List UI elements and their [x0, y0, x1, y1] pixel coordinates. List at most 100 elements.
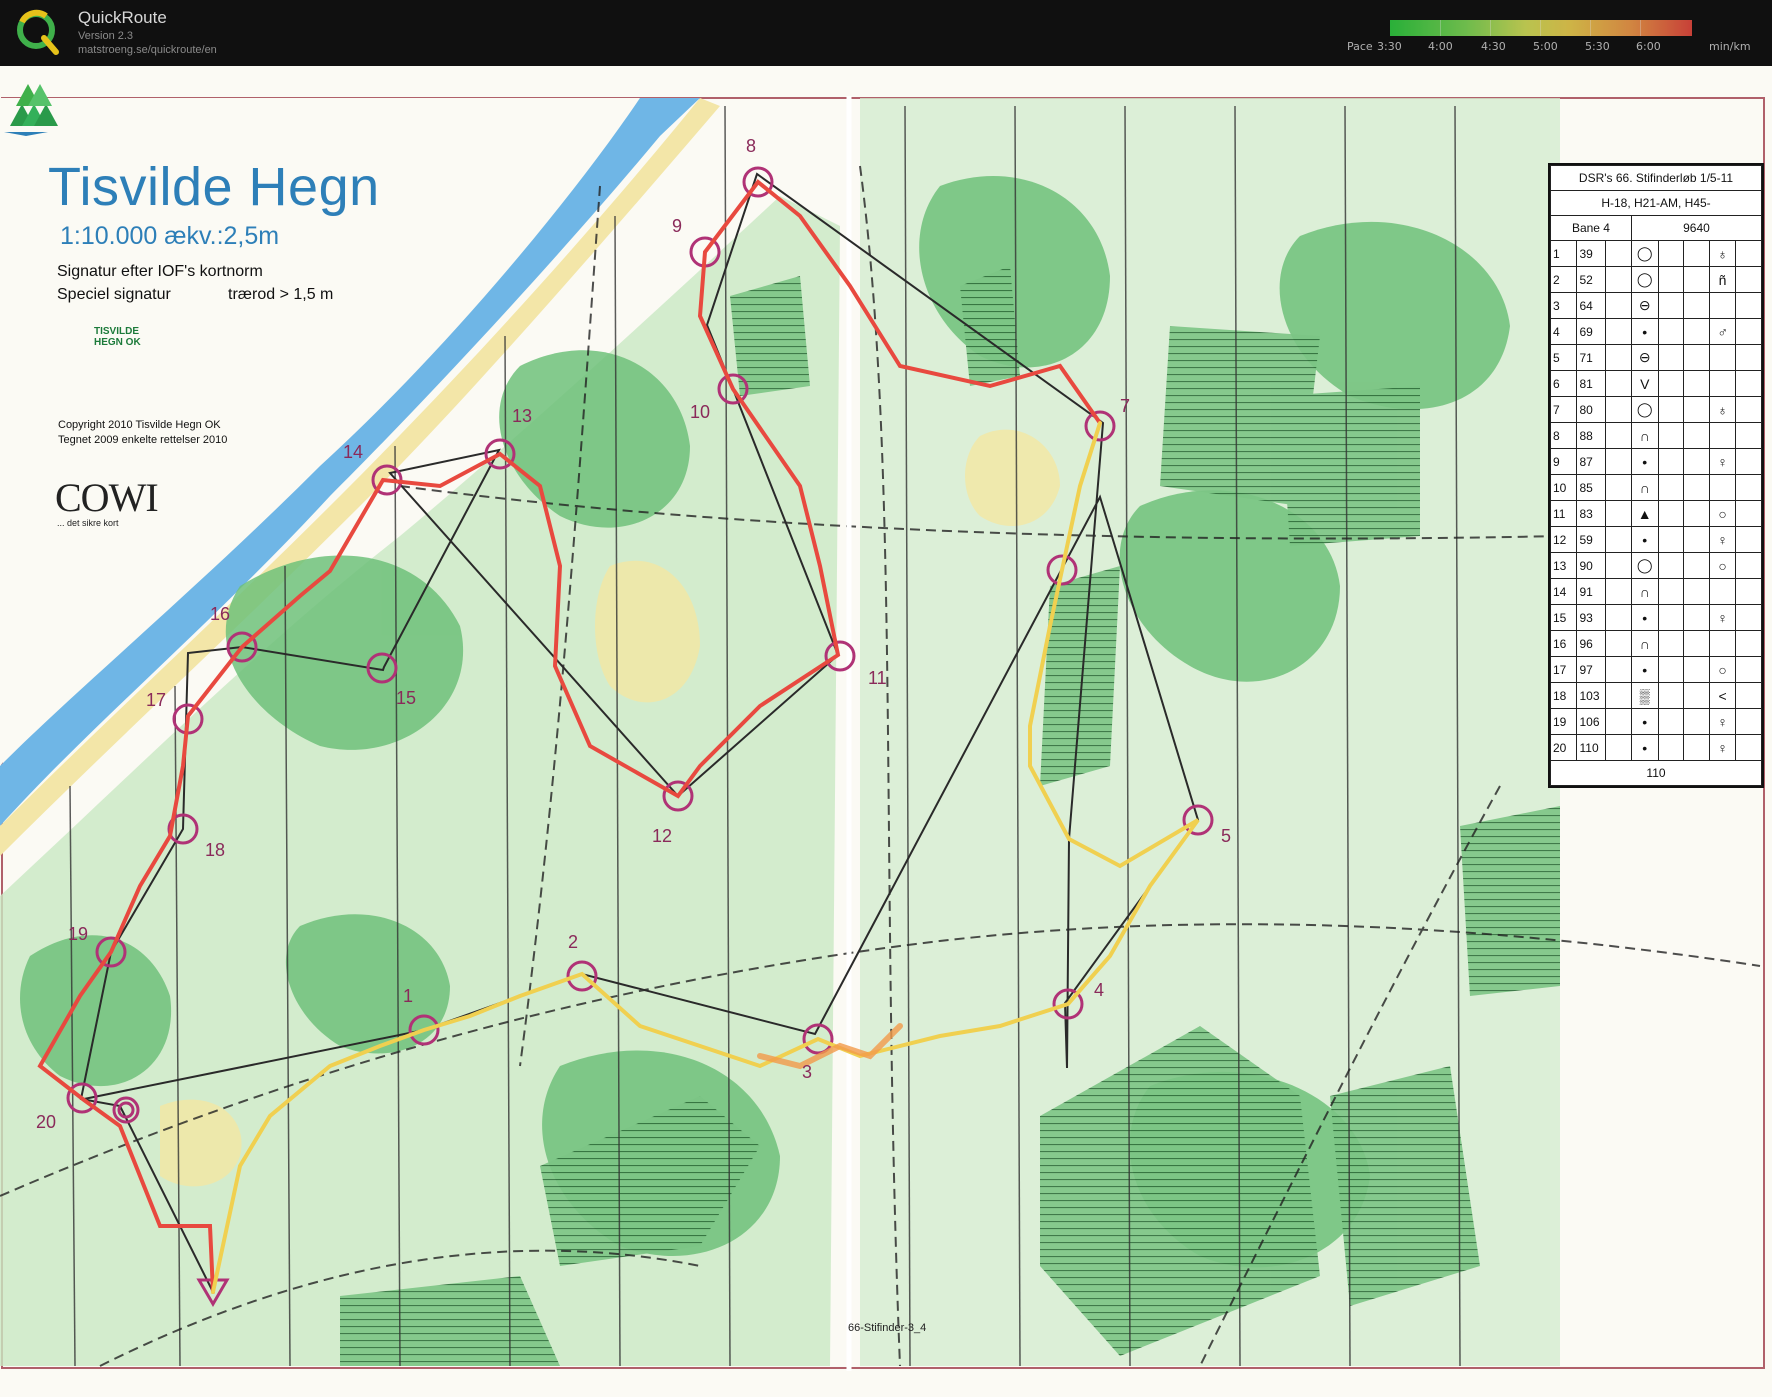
description-row: 14 91 ∩	[1549, 578, 1762, 605]
description-row: 15 93 • ♀	[1549, 604, 1762, 631]
appearance	[1657, 526, 1685, 553]
feature-symbol: •	[1630, 448, 1659, 475]
description-row: 9 87 • ♀	[1549, 448, 1762, 475]
which-feature	[1605, 656, 1632, 683]
control-seq: 9	[1549, 448, 1578, 475]
location-symbol	[1708, 578, 1737, 605]
dimensions	[1683, 422, 1710, 449]
control-seq: 20	[1549, 734, 1578, 761]
description-row: 12 59 • ♀	[1549, 526, 1762, 553]
feature-symbol: ◯	[1630, 552, 1659, 579]
location-symbol: ♀	[1708, 448, 1737, 475]
appearance	[1657, 500, 1685, 527]
orienteering-map-canvas[interactable]: Tisvilde Hegn 1:10.000 ækv.:2,5m Signatu…	[0, 66, 1772, 1397]
control-code: 110	[1576, 734, 1607, 761]
drawn-note: Tegnet 2009 enkelte rettelser 2010	[58, 434, 228, 446]
control-seq: 19	[1549, 708, 1578, 735]
control-code: 90	[1576, 552, 1607, 579]
other-info	[1735, 266, 1762, 293]
course-name: Bane 4	[1550, 215, 1632, 241]
appearance	[1657, 734, 1685, 761]
control-seq: 4	[1549, 318, 1578, 345]
event-name: DSR's 66. Stifinderløb 1/5-11	[1550, 165, 1762, 191]
feature-symbol: ∩	[1630, 630, 1659, 657]
map-title: Tisvilde Hegn	[48, 157, 380, 217]
control-code: 97	[1576, 656, 1607, 683]
control-number: 2	[568, 932, 579, 952]
feature-symbol: ⊖	[1630, 292, 1659, 319]
location-symbol	[1708, 292, 1737, 319]
control-code: 64	[1576, 292, 1607, 319]
other-info	[1735, 630, 1762, 657]
club-logo-icon	[4, 84, 58, 136]
control-code: 106	[1576, 708, 1607, 735]
description-row: 20 110 • ♀	[1549, 734, 1762, 761]
appearance	[1657, 370, 1685, 397]
control-number: 4	[1094, 980, 1105, 1000]
control-number: 17	[146, 690, 167, 710]
other-info	[1735, 682, 1762, 709]
control-seq: 15	[1549, 604, 1578, 631]
feature-symbol: ⊖	[1630, 344, 1659, 371]
feature-symbol: ▲	[1630, 500, 1659, 527]
appearance	[1657, 656, 1685, 683]
sponsor-tagline: ... det sikre kort	[57, 518, 119, 528]
feature-symbol: ∩	[1630, 422, 1659, 449]
dimensions	[1683, 708, 1710, 735]
description-row: 7 80 ◯ ♁	[1549, 396, 1762, 423]
control-seq: 16	[1549, 630, 1578, 657]
feature-symbol: •	[1630, 656, 1659, 683]
control-code: 103	[1576, 682, 1607, 709]
control-number: 13	[512, 406, 533, 426]
feature-symbol: ◯	[1630, 240, 1659, 267]
feature-symbol: ◯	[1630, 266, 1659, 293]
dimensions	[1683, 240, 1710, 267]
control-number: 15	[396, 688, 417, 708]
appearance	[1657, 448, 1685, 475]
control-seq: 11	[1549, 500, 1578, 527]
appearance	[1657, 318, 1685, 345]
control-seq: 13	[1549, 552, 1578, 579]
control-seq: 1	[1549, 240, 1578, 267]
location-symbol: ♀	[1708, 604, 1737, 631]
control-code: 91	[1576, 578, 1607, 605]
dimensions	[1683, 630, 1710, 657]
map-scale: 1:10.000 ækv.:2,5m	[60, 222, 280, 250]
other-info	[1735, 526, 1762, 553]
description-row: 18 103 ▒ <	[1549, 682, 1762, 709]
location-symbol	[1708, 370, 1737, 397]
other-info	[1735, 344, 1762, 371]
control-code: 59	[1576, 526, 1607, 553]
location-symbol	[1708, 474, 1737, 501]
appearance	[1657, 344, 1685, 371]
other-info	[1735, 656, 1762, 683]
which-feature	[1605, 630, 1632, 657]
club-logo-text: TISVILDE HEGN OK	[94, 326, 141, 348]
location-symbol: ○	[1708, 656, 1737, 683]
feature-symbol: V	[1630, 370, 1659, 397]
control-number: 9	[672, 216, 683, 236]
dimensions	[1683, 474, 1710, 501]
appearance	[1657, 240, 1685, 267]
control-number: 1	[403, 986, 414, 1006]
description-row: 11 83 ▲ ○	[1549, 500, 1762, 527]
which-feature	[1605, 734, 1632, 761]
location-symbol: ♀	[1708, 708, 1737, 735]
control-number: 19	[68, 924, 89, 944]
other-info	[1735, 708, 1762, 735]
other-info	[1735, 318, 1762, 345]
which-feature	[1605, 500, 1632, 527]
feature-symbol: ∩	[1630, 578, 1659, 605]
feature-symbol: •	[1630, 604, 1659, 631]
location-symbol	[1708, 422, 1737, 449]
which-feature	[1605, 318, 1632, 345]
control-seq: 3	[1549, 292, 1578, 319]
description-row: 3 64 ⊖	[1549, 292, 1762, 319]
feature-symbol: ◯	[1630, 396, 1659, 423]
appearance	[1657, 396, 1685, 423]
dimensions	[1683, 266, 1710, 293]
control-number: 8	[746, 136, 757, 156]
dimensions	[1683, 396, 1710, 423]
appearance	[1657, 266, 1685, 293]
app-url[interactable]: matstroeng.se/quickroute/en	[78, 44, 217, 56]
